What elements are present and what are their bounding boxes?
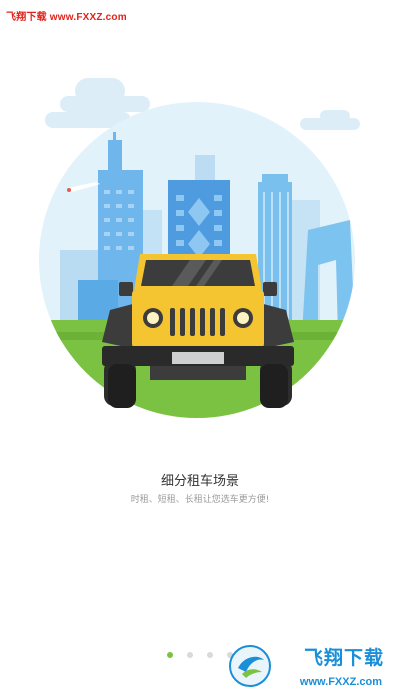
watermark-text: 飞翔下载 www.FXXZ.com — [6, 12, 127, 23]
logo-url: www.FXXZ.com — [299, 676, 382, 688]
page-dot-2[interactable] — [187, 652, 193, 658]
logo-name: 飞翔下载 — [303, 647, 384, 669]
onboarding-title: 细分租车场景 — [160, 474, 239, 489]
onboarding-subtitle: 时租、短租、长租让您选车更方便! — [130, 495, 270, 505]
city-car-illustration — [39, 78, 360, 418]
page-dot-3[interactable] — [207, 652, 213, 658]
page-dot-1[interactable] — [167, 652, 173, 658]
